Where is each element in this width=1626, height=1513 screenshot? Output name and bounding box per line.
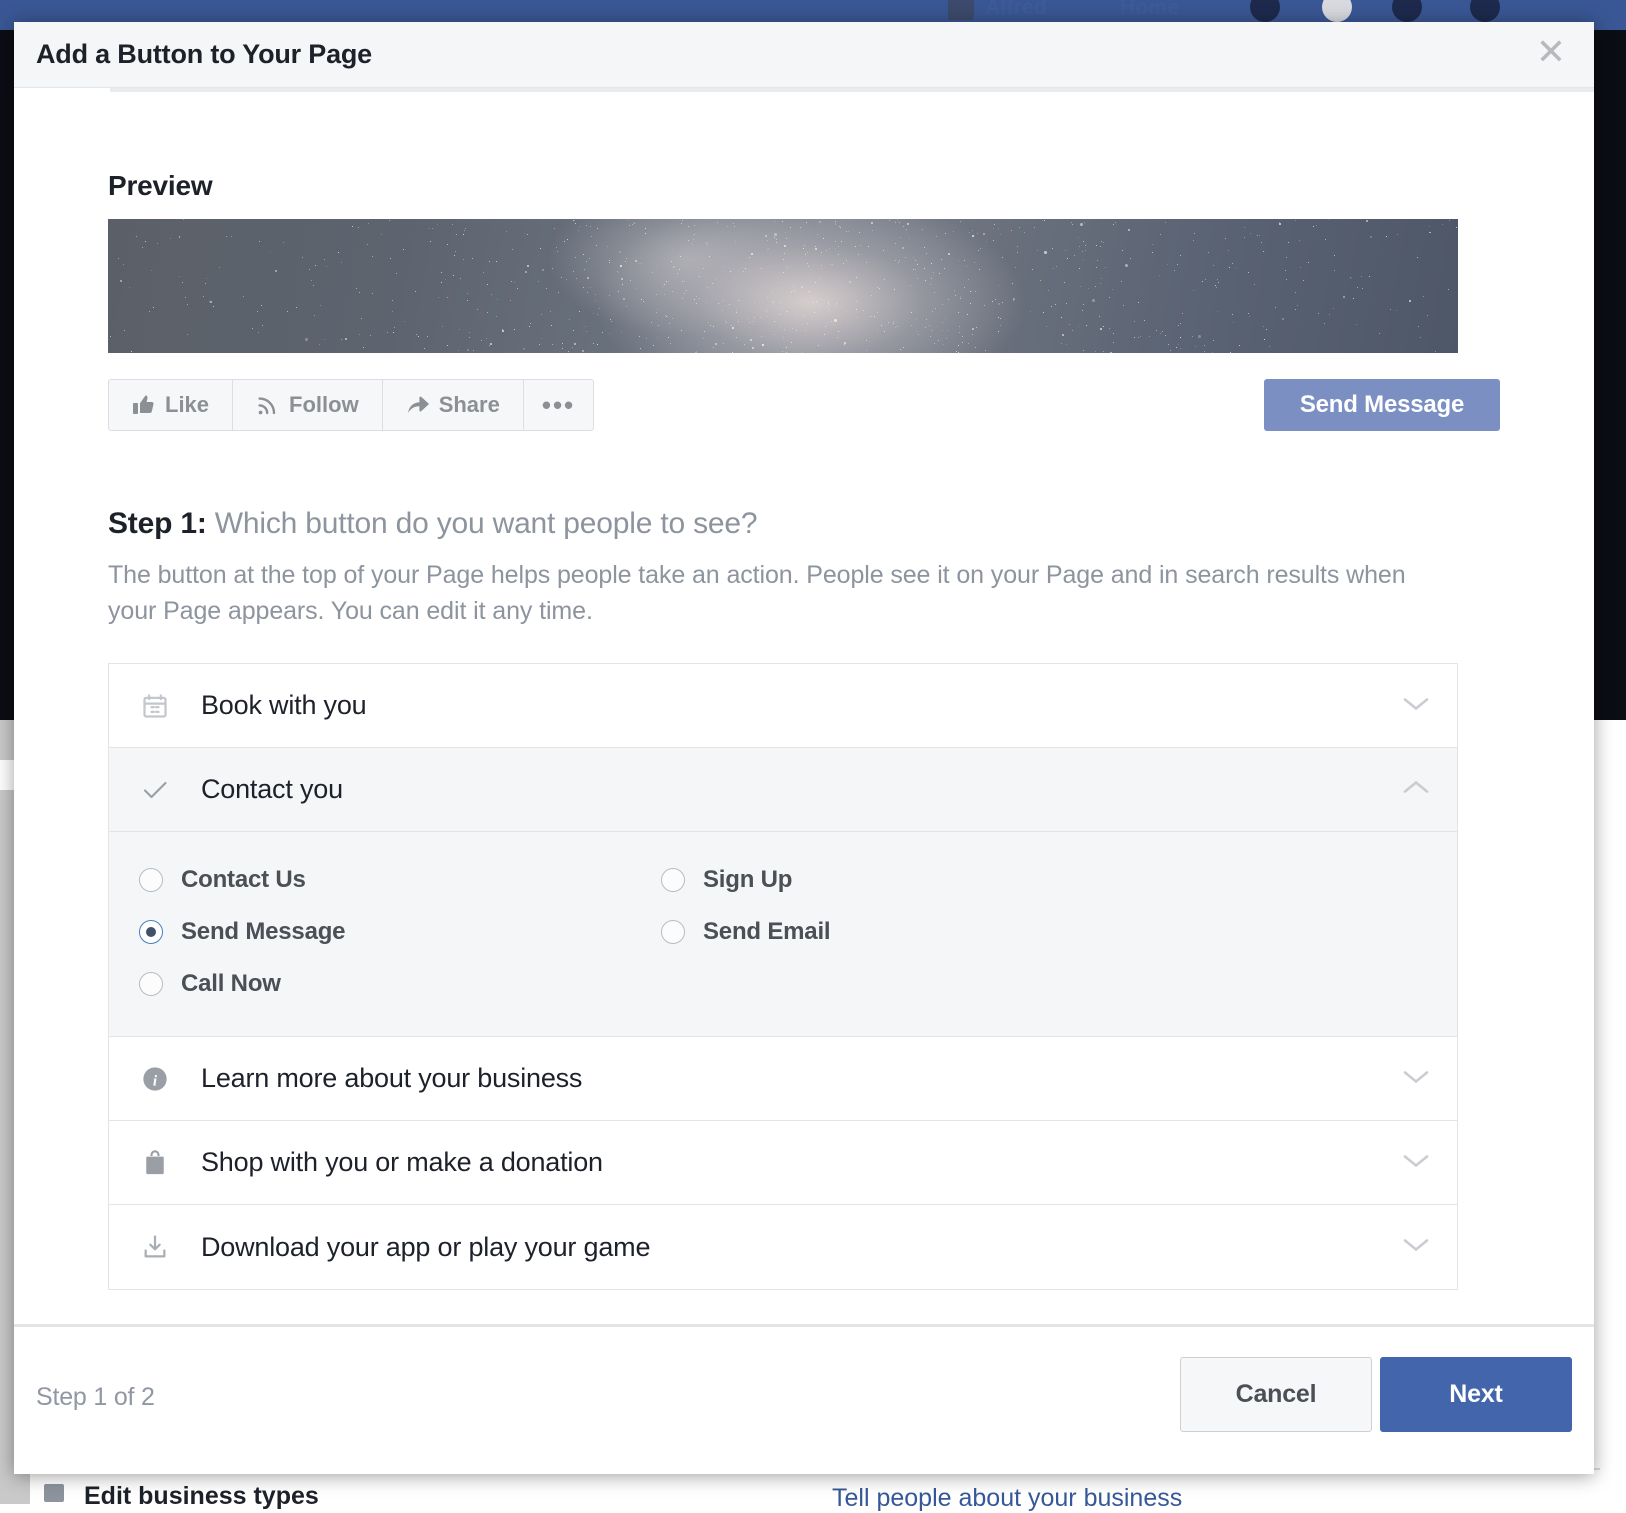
preview-cta-button[interactable]: Send Message <box>1264 379 1500 431</box>
contact-you-options-panel: Contact Us Sign Up Send Message Send Ema… <box>109 832 1457 1037</box>
radio-label-send-email: Send Email <box>703 918 830 946</box>
bg-business-type-icon <box>44 1484 64 1502</box>
share-button[interactable]: Share <box>383 380 524 430</box>
preview-action-row: Like Follow <box>108 379 1500 431</box>
more-options-button[interactable]: ••• <box>524 380 593 430</box>
cover-photo-preview <box>108 219 1458 353</box>
preview-heading: Preview <box>108 170 1500 202</box>
radio-mark <box>139 972 163 996</box>
radio-option-call-now[interactable]: Call Now <box>139 970 661 998</box>
chevron-down-icon[interactable] <box>1401 1151 1431 1174</box>
shopping-bag-icon <box>139 1149 171 1177</box>
bg-nav-item-alfred[interactable]: Alfred <box>985 0 1047 20</box>
rss-icon <box>256 393 280 417</box>
share-button-label: Share <box>439 392 500 418</box>
chevron-up-icon[interactable] <box>1401 778 1431 801</box>
cancel-button[interactable]: Cancel <box>1180 1357 1372 1432</box>
accordion-label-shop-donate: Shop with you or make a donation <box>201 1147 603 1178</box>
radio-mark <box>139 868 163 892</box>
accordion-row-learn-more[interactable]: i Learn more about your business <box>109 1037 1457 1121</box>
share-arrow-icon <box>406 393 430 417</box>
chevron-down-icon[interactable] <box>1401 1236 1431 1259</box>
page-title: Add a Button to Your Page <box>36 39 372 70</box>
accordion-row-download-app[interactable]: Download your app or play your game <box>109 1205 1457 1289</box>
radio-option-sign-up[interactable]: Sign Up <box>661 866 1457 894</box>
ellipsis-icon: ••• <box>542 399 575 411</box>
close-icon[interactable]: ✕ <box>1536 34 1566 72</box>
step-counter: Step 1 of 2 <box>36 1383 155 1412</box>
calendar-icon <box>139 692 171 720</box>
dialog-header: Add a Button to Your Page ✕ <box>14 22 1594 88</box>
radio-option-send-email[interactable]: Send Email <box>661 918 1457 946</box>
check-icon <box>139 775 171 805</box>
accordion-row-contact-you[interactable]: Contact you <box>109 748 1457 832</box>
thumbs-up-icon <box>132 393 156 417</box>
radio-option-send-message[interactable]: Send Message <box>139 918 661 946</box>
bg-edit-business-types-link[interactable]: Edit business types <box>84 1482 319 1511</box>
radio-option-contact-us[interactable]: Contact Us <box>139 866 661 894</box>
dialog-footer: Step 1 of 2 Cancel Next <box>14 1324 1594 1474</box>
dialog-body: Preview Like <box>14 170 1594 1290</box>
step-question: Which button do you want people to see? <box>215 507 758 540</box>
chevron-down-icon[interactable] <box>1401 1067 1431 1090</box>
radio-label-send-message: Send Message <box>181 918 345 946</box>
radio-mark <box>661 868 685 892</box>
bg-nav-item-home[interactable]: Home <box>1120 0 1179 20</box>
header-underline <box>110 88 1594 92</box>
like-button[interactable]: Like <box>109 380 233 430</box>
like-button-label: Like <box>165 392 209 418</box>
radio-mark <box>661 920 685 944</box>
step-description: The button at the top of your Page helps… <box>108 557 1418 629</box>
follow-button[interactable]: Follow <box>233 380 383 430</box>
button-category-accordion: Book with you Contact you <box>108 663 1458 1290</box>
bg-tell-people-link[interactable]: Tell people about your business <box>832 1484 1182 1513</box>
chevron-down-icon[interactable] <box>1401 694 1431 717</box>
accordion-label-learn-more: Learn more about your business <box>201 1063 582 1094</box>
follow-button-label: Follow <box>289 392 359 418</box>
radio-mark-selected <box>139 920 163 944</box>
starfield-overlay <box>108 219 1458 353</box>
add-button-dialog: Add a Button to Your Page ✕ Preview Like <box>14 22 1594 1474</box>
step-label: Step 1: <box>108 507 207 540</box>
radio-label-sign-up: Sign Up <box>703 866 792 894</box>
radio-label-call-now: Call Now <box>181 970 281 998</box>
info-icon: i <box>139 1065 171 1093</box>
accordion-label-download-app: Download your app or play your game <box>201 1232 650 1263</box>
preview-button-group: Like Follow <box>108 379 594 431</box>
step-heading: Step 1: Which button do you want people … <box>108 507 1500 541</box>
next-button[interactable]: Next <box>1380 1357 1572 1432</box>
radio-label-contact-us: Contact Us <box>181 866 306 894</box>
accordion-label-contact-you: Contact you <box>201 774 343 805</box>
avatar[interactable] <box>948 0 974 20</box>
download-icon <box>139 1233 171 1261</box>
footer-button-group: Cancel Next <box>1180 1357 1572 1432</box>
accordion-row-shop-donate[interactable]: Shop with you or make a donation <box>109 1121 1457 1205</box>
accordion-label-book-with-you: Book with you <box>201 690 367 721</box>
accordion-row-book-with-you[interactable]: Book with you <box>109 664 1457 748</box>
